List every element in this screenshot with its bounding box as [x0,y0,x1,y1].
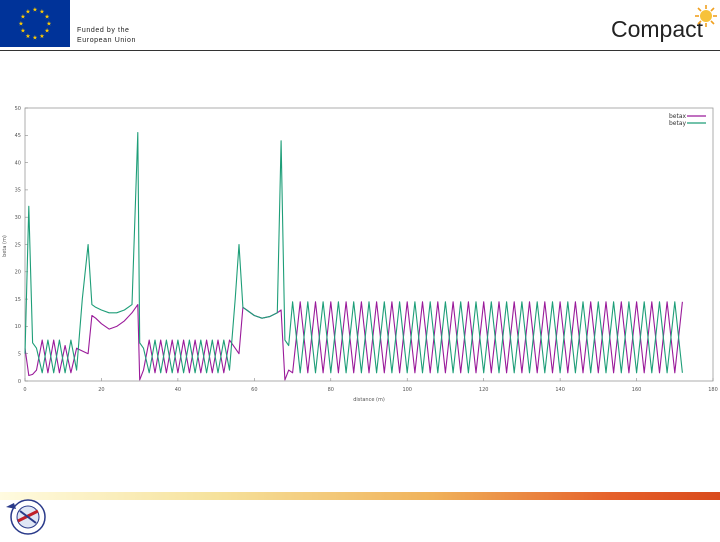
eu-star-icon: ★ [44,14,49,21]
eu-star-icon: ★ [44,28,49,35]
eu-star-icon: ★ [39,33,44,40]
y-axis-label: beta (m) [2,235,8,257]
eu-star-icon: ★ [32,35,37,42]
funding-line-1: Funded by the [77,27,130,34]
y-tick-label: 25 [15,242,21,248]
y-tick-label: 0 [18,379,21,385]
eu-flag-icon: ★ ★ ★ ★ ★ ★ ★ ★ ★ ★ ★ ★ [0,0,70,47]
y-tick-label: 20 [15,270,21,276]
legend-label-betay: betay [669,120,687,127]
x-tick-label: 20 [98,387,104,393]
eu-star-icon: ★ [32,7,37,14]
eu-star-icon: ★ [25,33,30,40]
footer-gradient-bar [0,492,720,500]
eu-star-icon: ★ [20,28,25,35]
x-tick-label: 140 [555,387,565,393]
x-tick-label: 120 [479,387,489,393]
x-tick-label: 60 [251,387,257,393]
y-tick-label: 5 [18,352,21,358]
x-tick-label: 40 [175,387,181,393]
x-tick-label: 80 [328,387,334,393]
x-tick-label: 0 [23,387,26,393]
funding-statement: Funded by the European Union [77,26,136,46]
y-tick-label: 35 [15,188,21,194]
project-brand: Compact [611,16,704,42]
x-tick-label: 180 [708,387,718,393]
y-tick-label: 30 [15,215,21,221]
institution-logo-icon [4,497,48,537]
y-tick-label: 45 [15,133,21,139]
beta-function-chart: 0 5 10 15 20 25 30 35 40 45 50 0 20 40 60 80 100 120 140 1… [2,106,718,403]
eu-star-icon: ★ [18,21,23,28]
header-divider [0,50,720,51]
x-tick-label: 160 [632,387,642,393]
y-tick-label: 10 [15,324,21,330]
x-tick-label: 100 [402,387,412,393]
eu-star-icon: ★ [25,9,30,16]
legend-label-betax: betax [669,113,687,120]
funding-line-2: European Union [77,37,136,44]
eu-star-icon: ★ [46,21,51,28]
y-tick-label: 40 [15,160,21,166]
x-axis-label: distance (m) [353,397,385,403]
y-tick-label: 15 [15,297,21,303]
y-tick-label: 50 [15,106,21,112]
sun-icon [694,4,718,28]
